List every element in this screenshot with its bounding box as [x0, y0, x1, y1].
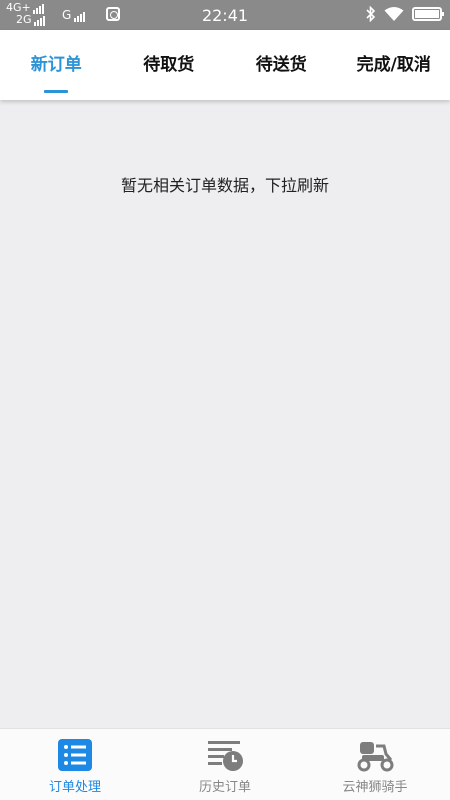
tab-completed-cancelled[interactable]: 完成/取消: [338, 30, 450, 100]
nav-label: 云神狮骑手: [342, 780, 408, 795]
tab-label: 待送货: [255, 55, 307, 75]
status-right-icons: [366, 6, 444, 22]
nav-rider-profile[interactable]: 云神狮骑手: [300, 729, 450, 800]
history-icon: [208, 741, 243, 771]
nav-order-history[interactable]: 历史订单: [150, 729, 300, 800]
tab-pending-pickup[interactable]: 待取货: [113, 30, 226, 100]
tab-new-orders[interactable]: 新订单: [0, 30, 113, 100]
active-tab-indicator: [44, 90, 69, 93]
bottom-navigation: 订单处理 历史订单 云神狮骑手: [0, 728, 450, 800]
nav-order-processing[interactable]: 订单处理: [0, 729, 150, 800]
nav-label: 订单处理: [48, 780, 101, 795]
tab-label: 待取货: [143, 55, 195, 75]
tab-label: 新订单: [30, 55, 82, 75]
empty-state-message: 暂无相关订单数据，下拉刷新: [120, 176, 329, 195]
bluetooth-icon: [366, 6, 376, 22]
tab-pending-delivery[interactable]: 待送货: [225, 30, 338, 100]
tab-label: 完成/取消: [356, 55, 431, 75]
nav-label: 历史订单: [198, 780, 251, 795]
scooter-icon: [357, 742, 394, 772]
status-bar: 4G+ 2G G 22:41: [0, 0, 450, 30]
battery-icon: [412, 7, 444, 21]
wifi-icon: [384, 7, 404, 21]
order-tabs: 新订单 待取货 待送货 完成/取消: [0, 30, 450, 100]
order-list-icon: [58, 739, 92, 771]
